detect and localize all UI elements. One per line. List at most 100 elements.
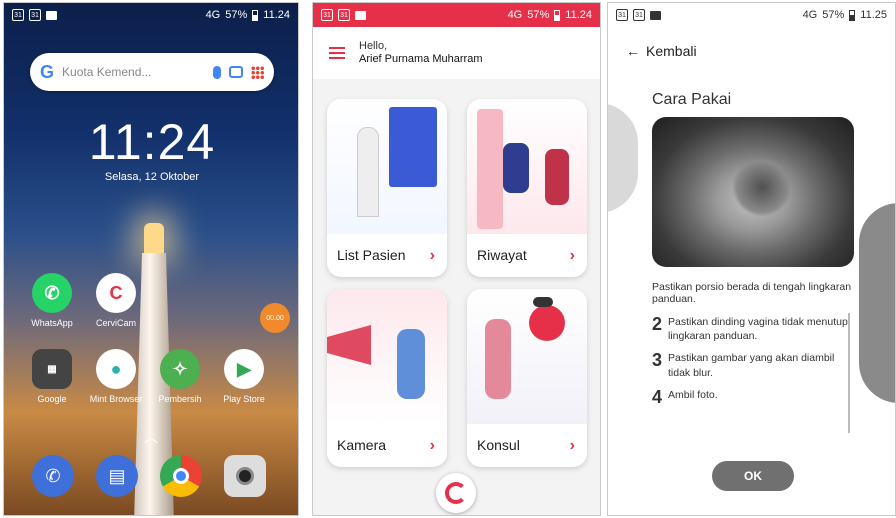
battery-percent: 57% <box>527 9 550 21</box>
calendar-icon: 31 <box>12 9 24 21</box>
app-whatsapp[interactable]: ✆ WhatsApp <box>22 273 82 328</box>
network-label: 4G <box>507 9 523 21</box>
calendar-icon: 31 <box>633 9 645 21</box>
card-label: Konsul <box>477 437 520 453</box>
ok-button[interactable]: OK <box>712 461 794 491</box>
decorative-shape <box>859 203 895 403</box>
step-fragment: Pastikan porsio berada di tengah lingkar… <box>652 281 852 305</box>
mic-icon[interactable] <box>213 65 221 79</box>
network-label: 4G <box>205 9 221 21</box>
calendar-icon: 31 <box>29 9 41 21</box>
camera-icon[interactable] <box>224 455 266 497</box>
decorative-shape <box>608 103 638 213</box>
chevron-up-icon[interactable]: ︿ <box>144 427 158 447</box>
calendar-icon: 31 <box>338 9 350 21</box>
app-play-store[interactable]: ▶ Play Store <box>214 349 274 404</box>
card-konsul[interactable]: Konsul › <box>467 289 587 467</box>
status-time: 11.25 <box>860 9 887 21</box>
calendar-icon: 31 <box>616 9 628 21</box>
app-header: Hello, Arief Purnama Muharram <box>313 27 600 79</box>
battery-percent: 57% <box>822 9 845 21</box>
app-pembersih[interactable]: ✧ Pembersih <box>150 349 210 404</box>
greeting: Hello, Arief Purnama Muharram <box>359 40 483 66</box>
screenshot-collage: 31 31 4G 57% 11.24 G Kuota Kemend... 11:… <box>0 0 896 518</box>
google-g-icon: G <box>40 61 55 82</box>
step-text: Ambil foto. <box>668 388 718 401</box>
cervix-sample-photo <box>652 117 854 267</box>
hamburger-menu-icon[interactable] <box>329 47 345 59</box>
consultation-illustration <box>467 99 587 234</box>
battery-icon <box>252 9 259 21</box>
app-label: Play Store <box>223 394 265 404</box>
cervicam-logo-icon <box>445 482 467 504</box>
battery-icon <box>554 9 561 21</box>
status-bar: 31 31 4G 57% 11.25 <box>608 3 895 27</box>
apps-grid-icon[interactable] <box>251 65 264 79</box>
instruction-step: 3 Pastikan gambar yang akan diambil tida… <box>652 351 858 379</box>
chevron-right-icon: › <box>569 247 575 264</box>
clock-widget[interactable]: 11:24 <box>4 113 298 171</box>
network-label: 4G <box>802 9 818 21</box>
app-label: WhatsApp <box>31 318 73 328</box>
status-time: 11.24 <box>565 9 592 21</box>
greeting-hello: Hello, <box>359 39 388 52</box>
back-label: Kembali <box>646 43 697 59</box>
google-folder-icon: ▦ <box>32 349 72 389</box>
phone-guide-screen: 31 31 4G 57% 11.25 ← Kembali Cara Pakai … <box>607 2 896 516</box>
card-riwayat[interactable]: Riwayat › <box>467 99 587 277</box>
arrow-left-icon: ← <box>626 43 640 59</box>
doctor-bookshelf-illustration <box>327 99 447 234</box>
google-search-bar[interactable]: G Kuota Kemend... <box>30 53 274 91</box>
battery-percent: 57% <box>225 9 248 21</box>
cervicam-icon: C <box>96 273 136 313</box>
date-label: Selasa, 12 Oktober <box>104 171 200 183</box>
step-number: 2 <box>652 314 663 334</box>
step-number: 3 <box>652 350 663 371</box>
status-bar: 31 31 4G 57% 11.24 <box>4 3 298 27</box>
battery-icon <box>849 9 856 21</box>
scrollbar[interactable] <box>848 313 850 433</box>
instruction-step: 2 Pastikan dinding vagina tidak menutupi… <box>652 315 858 343</box>
card-label: Kamera <box>337 437 387 453</box>
user-name: Arief Purnama Muharram <box>359 53 483 65</box>
instruction-step: 4 Ambil foto. <box>652 388 858 406</box>
mint-browser-icon: ● <box>96 349 136 389</box>
step-text: Pastikan dinding vagina tidak menutupi l… <box>668 316 851 343</box>
video-icon <box>650 10 661 20</box>
chevron-right-icon: › <box>429 247 435 264</box>
floating-timer-badge[interactable]: 00.00 <box>260 303 290 333</box>
chat-consult-illustration <box>467 289 587 424</box>
play-store-icon: ▶ <box>224 349 264 389</box>
card-list-pasien[interactable]: List Pasien › <box>327 99 447 277</box>
chrome-icon[interactable] <box>160 455 202 497</box>
phone-icon[interactable]: ✆ <box>32 455 74 497</box>
lens-icon[interactable] <box>229 66 243 78</box>
search-placeholder: Kuota Kemend... <box>62 65 152 79</box>
card-label: List Pasien <box>337 247 406 263</box>
messages-icon[interactable]: ▤ <box>96 455 138 497</box>
app-label: Google <box>37 394 67 404</box>
phone-home-screen: 31 31 4G 57% 11.24 G Kuota Kemend... 11:… <box>3 2 299 516</box>
app-label: Pembersih <box>158 394 202 404</box>
cleaner-icon: ✧ <box>160 349 200 389</box>
video-icon <box>46 10 57 20</box>
app-cervicam[interactable]: C CerviCam <box>86 273 146 328</box>
step-number: 4 <box>652 386 663 407</box>
chevron-right-icon: › <box>569 437 575 454</box>
app-mint-browser[interactable]: ● Mint Browser <box>86 349 146 404</box>
chevron-right-icon: › <box>429 437 435 454</box>
back-button[interactable]: ← Kembali <box>626 43 697 59</box>
video-icon <box>355 10 366 20</box>
cervicam-logo-button[interactable] <box>436 473 476 513</box>
calendar-icon: 31 <box>321 9 333 21</box>
app-google-folder[interactable]: ▦ Google <box>22 349 82 404</box>
page-title: Cara Pakai <box>652 91 732 108</box>
whatsapp-icon: ✆ <box>32 273 72 313</box>
card-kamera[interactable]: Kamera › <box>327 289 447 467</box>
instruction-list: Pastikan porsio berada di tengah lingkar… <box>652 281 858 414</box>
app-label: CerviCam <box>95 318 136 328</box>
step-text: Pastikan gambar yang akan diambil tidak … <box>668 352 835 379</box>
status-bar: 31 31 4G 57% 11.24 <box>313 3 600 27</box>
status-time: 11.24 <box>263 9 290 21</box>
app-label: Mint Browser <box>89 394 143 404</box>
